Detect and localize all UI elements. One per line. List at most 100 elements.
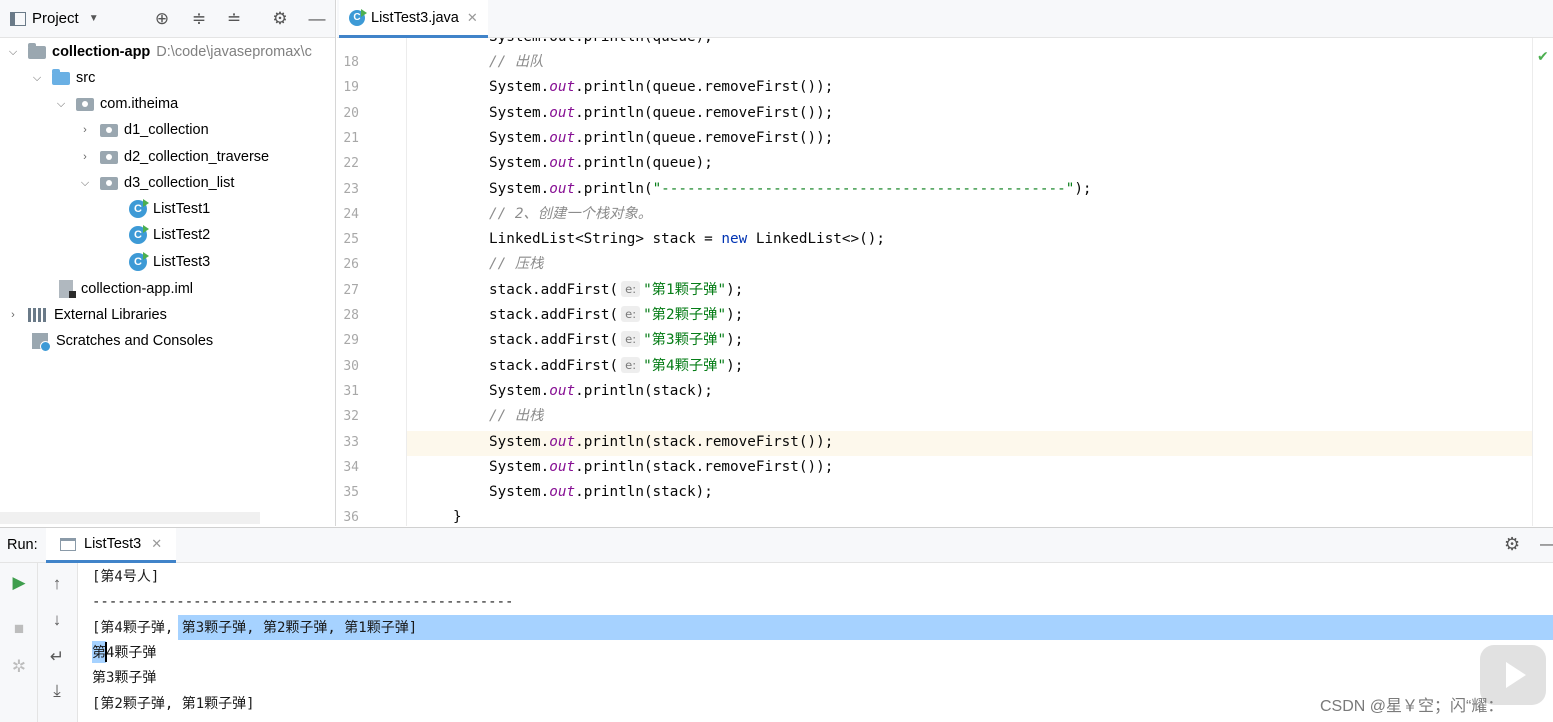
chevron-right-icon[interactable]: › [78,124,92,136]
console-line: ----------------------------------------… [92,594,514,611]
scroll-to-end-icon[interactable]: ⤓ [45,679,69,703]
stop-icon[interactable]: ■ [7,617,31,641]
chevron-right-icon[interactable]: › [78,151,92,163]
code-line: System.out.println(queue.removeFirst()); [489,75,833,100]
close-icon[interactable]: ✕ [151,536,162,552]
code-line: stack.addFirst(e: "第2颗子弹"); [489,303,743,328]
source-folder-icon [52,68,70,85]
arrow-up-icon[interactable]: ↑ [45,572,69,596]
tree-item-external-libraries[interactable]: › External Libraries [6,302,167,328]
code-token: new [721,231,748,248]
tree-label: ListTest1 [153,201,211,217]
code-token: ); [1074,180,1092,197]
soft-wrap-icon[interactable]: ↵ [45,645,69,669]
chevron-down-icon[interactable]: ▼ [89,13,99,24]
iml-file-icon [59,280,76,298]
arrow-down-icon[interactable]: ↓ [45,608,69,632]
tree-label: com.itheima [100,96,179,112]
chevron-down-icon[interactable]: ⌵ [30,72,44,85]
line-number: 32 [343,409,359,425]
tree-label: ListTest2 [153,227,211,243]
tree-item-scratches[interactable]: Scratches and Consoles [32,328,213,354]
tab-listtest3-java[interactable]: C ListTest3.java ✕ [339,0,488,38]
code-token: .println(stack.removeFirst()); [575,433,834,450]
locate-icon[interactable]: ⊕ [152,9,172,29]
collapse-all-icon[interactable]: ≐ [224,9,244,29]
ide-window: Project ▼ ⊕ ≑ ≐ ⚙ — ⌵ collection-app D:\… [0,0,1553,722]
tree-item-listtest1[interactable]: C ListTest1 [129,196,210,222]
tree-item-listtest3[interactable]: C ListTest3 [129,249,210,275]
line-number: 29 [343,333,359,349]
code-token: out [549,155,576,172]
code-token: // 2、创建一个栈对象。 [489,205,653,222]
code-token: .println(queue); [575,155,713,172]
gear-icon[interactable]: ⚙ [270,9,290,29]
hide-icon[interactable]: — [1540,536,1553,554]
tree-item-d3[interactable]: ⌵ d3_collection_list [78,170,235,196]
scratches-icon [32,333,51,352]
java-class-icon: C [129,252,149,271]
project-view-title[interactable]: Project [32,10,79,27]
code-token: "第4颗子弹" [643,357,727,374]
line-number: 28 [343,308,359,323]
tree-item-d2[interactable]: › d2_collection_traverse [78,144,269,170]
code-token: System. [489,382,550,399]
line-number: 27 [343,282,359,298]
code-token: System. [489,129,550,146]
code-token: // 压栈 [489,256,544,273]
code-line: // 压栈 [489,252,543,277]
tab-run-listtest3[interactable]: ListTest3 ✕ [46,528,177,563]
hide-icon[interactable]: — [307,9,327,29]
chevron-down-icon[interactable]: ⌵ [6,46,20,59]
chevron-down-icon[interactable]: ⌵ [54,98,68,111]
tree-label: d1_collection [124,122,209,138]
code-token: "第3颗子弹" [643,332,727,349]
tree-item-listtest2[interactable]: C ListTest2 [129,222,210,248]
console-line: [第2颗子弹, 第1颗子弹] [92,695,255,712]
package-icon [100,176,118,190]
code-token: "第2颗子弹" [643,307,727,323]
editor-tab-bar: C ListTest3.java ✕ [337,0,1553,38]
tree-item-src[interactable]: ⌵ src [30,65,95,91]
dump-threads-icon[interactable]: ✲ [7,655,31,679]
code-line-partial: System.out.println(queue); [489,38,713,50]
inspection-ok-icon[interactable]: ✔ [1537,48,1549,65]
package-icon [76,97,94,111]
line-number: 21 [343,130,359,146]
parameter-hint: e: [621,280,641,297]
run-tool-header: Run: ListTest3 ✕ [0,527,1553,563]
tree-item-root[interactable]: ⌵ collection-app D:\code\javasepromax\c [6,39,312,65]
close-icon[interactable]: ✕ [467,10,478,26]
line-number: 24 [343,206,359,222]
code-token: .println( [575,180,653,197]
tree-item-iml[interactable]: collection-app.iml [59,276,193,302]
console-line: [第4颗子弹, 第3颗子弹, 第2颗子弹, 第1颗子弹] [92,619,418,636]
line-number: 19 [343,80,359,96]
error-stripe [1532,38,1553,526]
expand-all-icon[interactable]: ≑ [189,9,209,29]
run-actions-bar: ▶ ■ ✲ [0,563,38,722]
code-line: LinkedList<String> stack = new LinkedLis… [489,227,885,252]
code-token: stack.addFirst( [489,307,619,323]
chevron-right-icon[interactable]: › [6,309,20,321]
code-token: .println(stack); [575,382,713,399]
code-token: .println(queue.removeFirst()); [575,79,834,96]
line-number: 25 [343,232,359,248]
gear-icon[interactable]: ⚙ [1504,534,1520,555]
tree-item-package[interactable]: ⌵ com.itheima [54,91,178,117]
code-token: out [549,458,576,475]
line-number: 26 [343,257,359,273]
code-token: out [549,104,576,121]
console-actions-bar: ↑ ↓ ↵ ⤓ [38,563,78,722]
code-line: System.out.println("--------------------… [489,177,1092,202]
chevron-down-icon[interactable]: ⌵ [78,177,92,190]
line-number: 18 [343,55,359,70]
code-token: ); [726,281,744,298]
line-number: 35 [343,485,359,501]
tree-item-d1[interactable]: › d1_collection [78,117,209,143]
console-line: 第4颗子弹 [92,644,157,661]
rerun-icon[interactable]: ▶ [7,571,31,595]
tree-label: d2_collection_traverse [124,149,270,165]
horizontal-scrollbar[interactable] [0,512,260,524]
code-editor[interactable]: System.out.println(queue);// 出队System.ou… [408,38,1532,526]
